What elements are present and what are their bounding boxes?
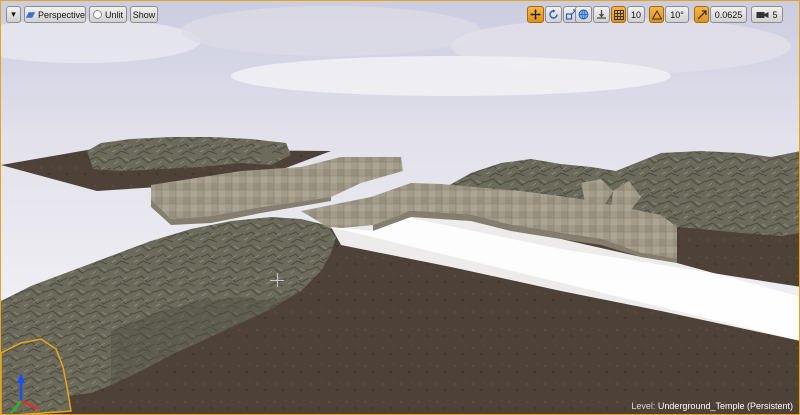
rotate-mode-button[interactable] — [545, 6, 562, 23]
unlit-icon — [92, 10, 102, 19]
level-name: Underground_Temple (Persistent) — [657, 401, 793, 411]
level-prefix: Level: — [631, 401, 656, 411]
unlit-label: Unlit — [104, 9, 123, 20]
crosshair-horizontal — [270, 280, 284, 281]
surface-snapping-button[interactable] — [593, 6, 610, 23]
camera-speed-value-label: 5 — [772, 9, 778, 20]
translate-icon — [530, 9, 541, 20]
show-label: Show — [132, 9, 156, 20]
globe-icon — [578, 9, 589, 20]
perspective-label: Perspective — [37, 9, 85, 20]
camera-speed-button[interactable]: 5 — [751, 6, 783, 23]
rotation-snap-toggle[interactable] — [649, 6, 664, 23]
show-button[interactable]: Show — [130, 6, 158, 23]
translate-mode-button[interactable] — [527, 6, 544, 23]
scale-snap-value-label: 0.0625 — [714, 9, 743, 20]
camera-icon — [756, 11, 769, 18]
perspective-button[interactable]: Perspective — [24, 6, 86, 23]
view-mode-button[interactable]: Unlit — [89, 6, 127, 23]
grid-snap-value[interactable]: 10 — [627, 6, 645, 23]
perspective-icon — [25, 11, 36, 18]
level-viewport[interactable]: ▾ Perspective Unlit Show 10 10° 0.0625 5… — [0, 0, 800, 415]
scale-snap-toggle[interactable] — [694, 6, 709, 23]
grid-snap-toggle[interactable] — [611, 6, 626, 23]
current-level-label: Level: Underground_Temple (Persistent) — [631, 401, 793, 411]
rotation-snap-value-label: 10° — [670, 9, 684, 20]
rotation-snap-value[interactable]: 10° — [665, 6, 689, 23]
angle-icon — [651, 9, 662, 19]
cloud — [231, 56, 671, 96]
surface-snap-icon — [597, 10, 606, 19]
rotate-icon — [549, 9, 558, 19]
grid-icon — [613, 9, 624, 20]
chevron-down-icon: ▾ — [11, 9, 16, 19]
grid-snap-value-label: 10 — [630, 9, 641, 20]
scale-snap-value[interactable]: 0.0625 — [710, 6, 747, 23]
viewport-scene[interactable] — [1, 1, 800, 415]
scale-snap-icon — [697, 9, 707, 19]
world-local-toggle[interactable] — [575, 6, 592, 23]
viewport-options-button[interactable]: ▾ — [6, 6, 21, 23]
cloud — [181, 6, 481, 56]
